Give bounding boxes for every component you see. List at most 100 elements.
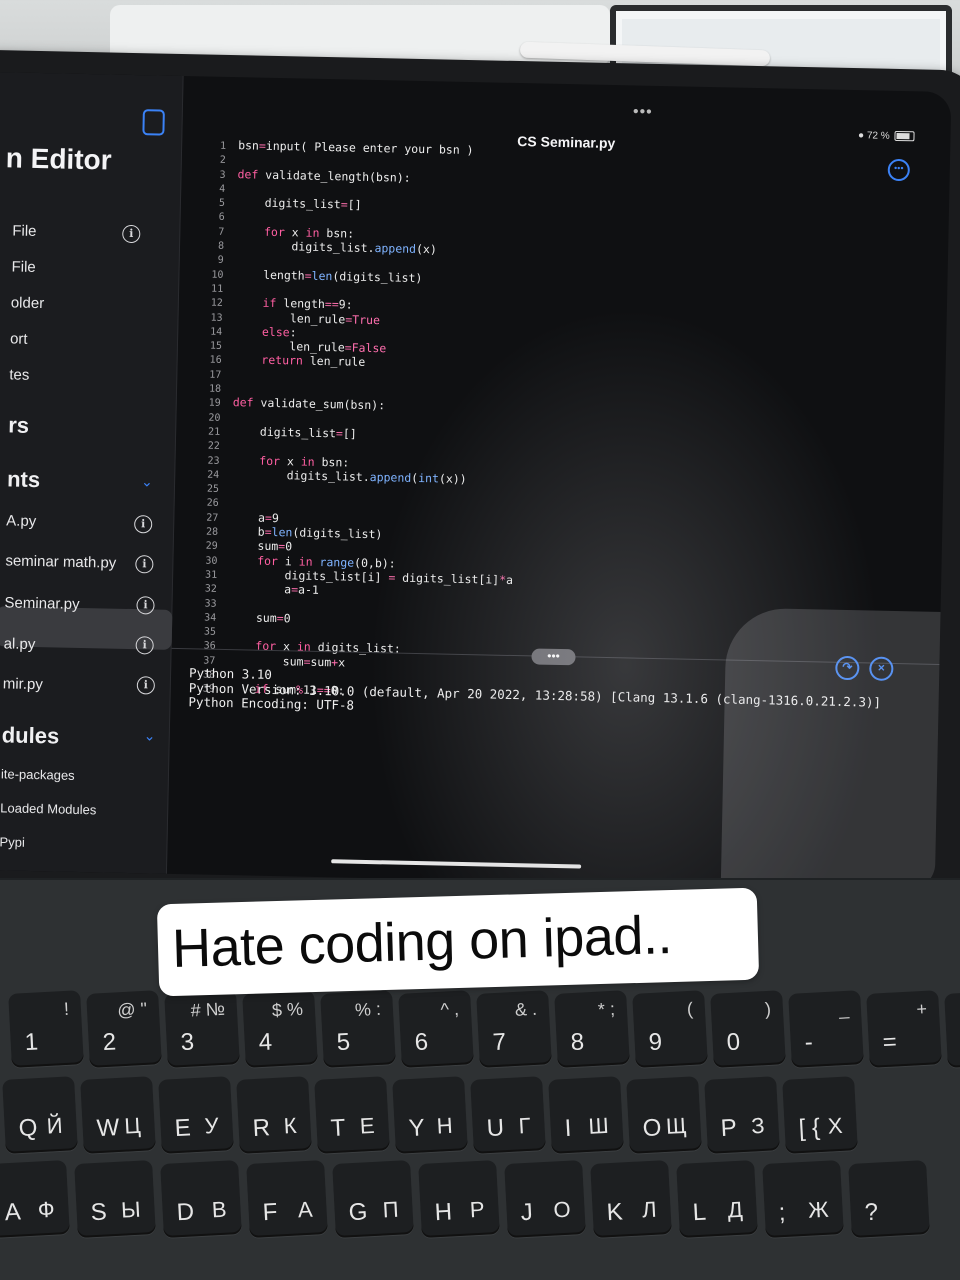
key-alt-label: _ bbox=[838, 998, 850, 1020]
key-3[interactable]: 3 # № bbox=[164, 990, 240, 1068]
home-indicator[interactable] bbox=[331, 859, 582, 869]
key-p[interactable]: PЗ bbox=[704, 1076, 780, 1154]
key-label: U bbox=[485, 1114, 505, 1143]
key-0[interactable]: 0) bbox=[710, 990, 786, 1068]
code-line[interactable]: 35 bbox=[180, 623, 228, 638]
key-2[interactable]: 2 @ " bbox=[86, 990, 162, 1068]
console-line: Python Encoding: UTF-8 bbox=[188, 694, 355, 713]
key-=[interactable]: = + bbox=[866, 990, 942, 1068]
key-alt-label: ^ , bbox=[440, 998, 460, 1020]
info-icon[interactable]: i bbox=[134, 515, 153, 534]
key-9[interactable]: 9( bbox=[632, 990, 708, 1068]
key-q[interactable]: QЙ bbox=[2, 1076, 78, 1154]
key-;[interactable]: ; Ж bbox=[762, 1160, 844, 1238]
code-line[interactable]: 25 bbox=[183, 480, 231, 495]
file-item[interactable]: al.py bbox=[3, 635, 35, 653]
key-label: H bbox=[433, 1198, 453, 1227]
key-k[interactable]: KЛ bbox=[590, 1160, 672, 1238]
key-i[interactable]: IШ bbox=[548, 1076, 624, 1154]
key-u[interactable]: UГ bbox=[470, 1076, 546, 1154]
key-a[interactable]: AФ bbox=[0, 1160, 70, 1238]
key--[interactable]: - _ bbox=[788, 990, 864, 1068]
sidebar-item-import[interactable]: ort bbox=[10, 330, 28, 347]
key-alt-label: Й bbox=[46, 1112, 64, 1139]
code-line[interactable]: 26 bbox=[183, 495, 231, 510]
key-w[interactable]: WЦ bbox=[80, 1076, 156, 1154]
key-s[interactable]: SЫ bbox=[74, 1160, 156, 1238]
sidebar-toggle-icon[interactable] bbox=[142, 109, 165, 136]
code-line[interactable]: 9 bbox=[188, 252, 236, 267]
code-line[interactable]: 17 bbox=[185, 366, 233, 381]
key-4[interactable]: 4 $ % bbox=[242, 990, 318, 1068]
info-icon[interactable]: i bbox=[122, 224, 141, 244]
sidebar-item-notes[interactable]: tes bbox=[9, 366, 29, 383]
key-[{[interactable]: [ {Х bbox=[782, 1076, 858, 1154]
key-alt-label: Г bbox=[518, 1112, 532, 1139]
code-line[interactable]: 11 bbox=[187, 280, 235, 295]
key-g[interactable]: GП bbox=[332, 1160, 414, 1238]
file-item[interactable]: A.py bbox=[6, 512, 36, 530]
key-5[interactable]: 5% : bbox=[320, 990, 396, 1068]
code-line[interactable]: 33 bbox=[180, 595, 228, 610]
panel-resize-handle[interactable]: ••• bbox=[531, 648, 576, 666]
key-e[interactable]: EУ bbox=[158, 1076, 234, 1154]
sidebar-item-folder[interactable]: older bbox=[11, 294, 45, 312]
key-y[interactable]: YН bbox=[392, 1076, 468, 1154]
battery-icon bbox=[894, 131, 915, 142]
key-alt-label: Щ bbox=[665, 1112, 688, 1139]
sidebar-item-file[interactable]: File bbox=[11, 258, 36, 276]
key-j[interactable]: JО bbox=[504, 1160, 586, 1238]
key-alt-label: П bbox=[382, 1196, 400, 1223]
key-alt-label: # № bbox=[190, 998, 226, 1021]
module-item[interactable]: ite-packages bbox=[1, 766, 75, 783]
file-item-selected[interactable]: Seminar.py bbox=[4, 594, 79, 613]
key-label: W bbox=[95, 1113, 121, 1143]
key-?[interactable]: ? bbox=[848, 1160, 930, 1238]
code-line[interactable]: 29 sum=0 bbox=[182, 537, 293, 554]
key-d[interactable]: DВ bbox=[160, 1160, 242, 1238]
chevron-down-icon[interactable]: ⌄ bbox=[144, 727, 156, 744]
key-l[interactable]: LД bbox=[676, 1160, 758, 1238]
multitask-dots-icon[interactable]: ••• bbox=[633, 103, 653, 121]
file-item[interactable]: mir.py bbox=[3, 675, 43, 693]
key-6[interactable]: 6 ^ , bbox=[398, 990, 474, 1068]
key-alt-label: * ; bbox=[597, 998, 616, 1020]
code-line[interactable]: 4 bbox=[189, 180, 237, 195]
run-icon[interactable]: ↷ bbox=[835, 655, 860, 681]
key-label: Y bbox=[407, 1114, 426, 1143]
info-icon[interactable]: i bbox=[136, 676, 156, 695]
code-line[interactable]: 2 bbox=[190, 151, 238, 166]
module-item[interactable]: Loaded Modules bbox=[0, 800, 96, 817]
code-line[interactable]: 18 bbox=[185, 380, 233, 395]
ipad-screen: n Editor File i File older ort tes rs nt… bbox=[0, 71, 952, 890]
key-dele[interactable]: dele bbox=[944, 990, 960, 1068]
file-item[interactable]: seminar math.py bbox=[5, 552, 116, 571]
key-alt-label: Ж bbox=[807, 1196, 830, 1223]
key-o[interactable]: OЩ bbox=[626, 1076, 702, 1154]
sidebar-item-new-file[interactable]: File bbox=[12, 222, 37, 240]
console-output[interactable]: Python 3.10 Python Version: 3.10.0 (defa… bbox=[188, 665, 881, 724]
key-f[interactable]: FА bbox=[246, 1160, 328, 1238]
key-8[interactable]: 8 * ; bbox=[554, 990, 630, 1068]
caption-sticker: Hate coding on ipad.. bbox=[156, 887, 760, 997]
key-h[interactable]: HР bbox=[418, 1160, 500, 1238]
code-line[interactable]: 6 bbox=[189, 209, 237, 224]
more-options-icon[interactable]: ••• bbox=[887, 158, 911, 182]
key-label: F bbox=[261, 1198, 279, 1227]
module-item[interactable]: Pypi bbox=[0, 834, 25, 850]
key-alt-label: К bbox=[283, 1112, 298, 1139]
key-label: T bbox=[329, 1114, 347, 1143]
key-r[interactable]: RК bbox=[236, 1076, 312, 1154]
code-line[interactable]: 22 bbox=[184, 437, 232, 452]
code-text[interactable]: 1 bsn=input( Please enter your bsn ) 2 3d… bbox=[179, 138, 523, 702]
key-1[interactable]: 1! bbox=[8, 990, 84, 1068]
code-editor[interactable]: ••• CS Seminar.py ● 72 % ••• 1 bsn=input(… bbox=[172, 76, 951, 698]
key-label: 0 bbox=[725, 1028, 741, 1057]
key-t[interactable]: TЕ bbox=[314, 1076, 390, 1154]
close-icon[interactable]: × bbox=[869, 656, 894, 681]
key-7[interactable]: 7 & . bbox=[476, 990, 552, 1068]
info-icon[interactable]: i bbox=[135, 555, 154, 574]
code-line[interactable]: 20 bbox=[184, 409, 232, 424]
chevron-down-icon[interactable]: ⌄ bbox=[141, 473, 153, 490]
info-icon[interactable]: i bbox=[135, 636, 154, 655]
